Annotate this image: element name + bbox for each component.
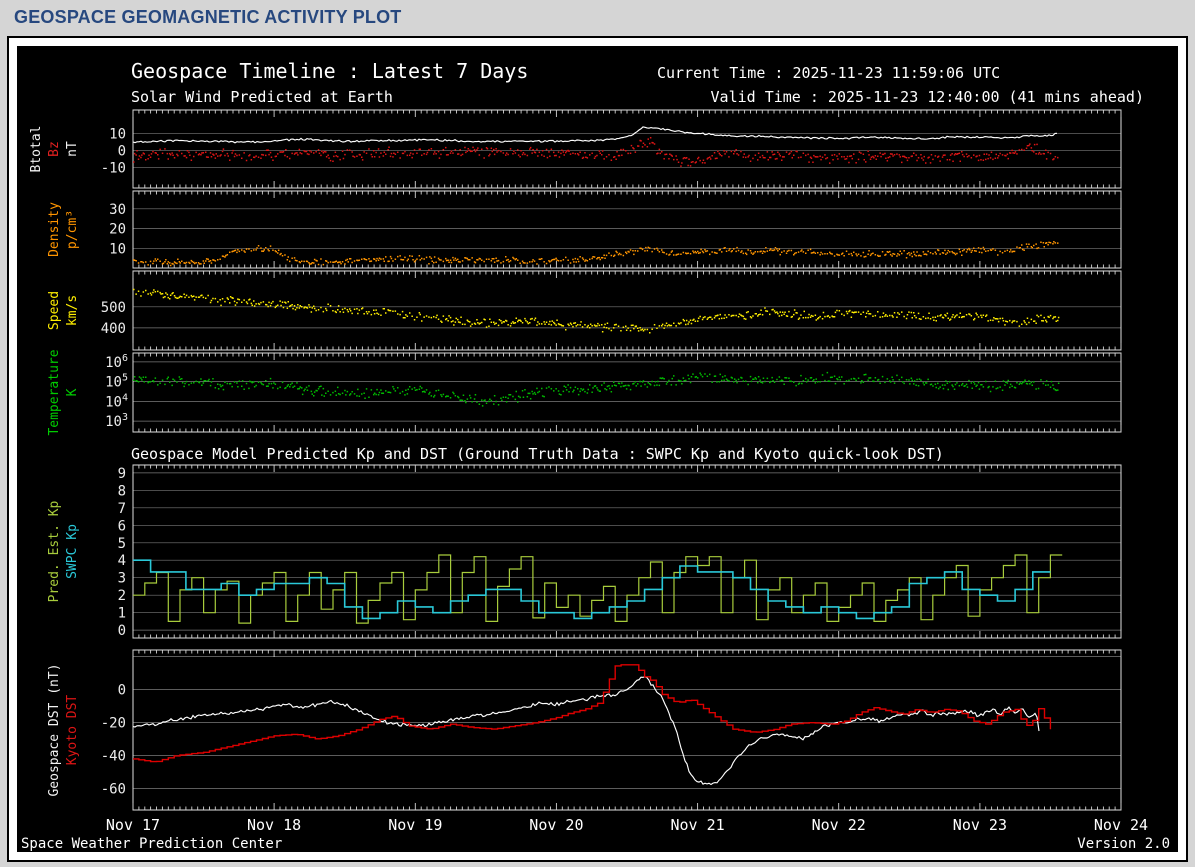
svg-text:Density: Density <box>47 202 62 257</box>
valid-time-label: Valid Time : 2025-11-23 12:40:00 (41 min… <box>710 88 1144 106</box>
svg-text:0: 0 <box>118 144 126 160</box>
svg-text:9: 9 <box>118 466 126 482</box>
svg-text:Bz: Bz <box>47 141 62 157</box>
svg-text:400: 400 <box>101 321 126 337</box>
svg-text:Nov 17: Nov 17 <box>106 816 160 834</box>
svg-text:8: 8 <box>118 483 126 499</box>
svg-text:104: 104 <box>105 392 128 410</box>
svg-text:Geospace DST (nT): Geospace DST (nT) <box>47 663 62 796</box>
svg-text:10: 10 <box>109 241 126 257</box>
plot-canvas: 10 0 -10 Btotal Bz nT 30 20 10 Density p/cm³ 500 400… <box>17 46 1178 852</box>
svg-text:Pred. Est. Kp: Pred. Est. Kp <box>47 500 62 602</box>
svg-text:-20: -20 <box>101 716 126 732</box>
plot-title: Geospace Timeline : Latest 7 Days <box>131 59 529 83</box>
svg-text:5: 5 <box>118 536 126 552</box>
plot-frame: 10 0 -10 Btotal Bz nT 30 20 10 Density p/cm³ 500 400… <box>7 36 1188 862</box>
model-subtitle: Geospace Model Predicted Kp and DST (Gro… <box>131 445 944 463</box>
svg-text:6: 6 <box>118 518 126 534</box>
svg-text:K: K <box>65 388 80 396</box>
svg-text:Nov 22: Nov 22 <box>812 816 866 834</box>
svg-text:Temperature: Temperature <box>47 349 62 435</box>
svg-text:SWPC Kp: SWPC Kp <box>65 524 80 579</box>
svg-text:7: 7 <box>118 501 126 517</box>
svg-text:103: 103 <box>105 412 128 430</box>
svg-text:-10: -10 <box>101 161 126 177</box>
page-title: GEOSPACE GEOMAGNETIC ACTIVITY PLOT <box>14 7 402 27</box>
svg-text:nT: nT <box>65 141 80 157</box>
svg-text:0: 0 <box>118 623 126 639</box>
svg-text:30: 30 <box>109 202 126 218</box>
svg-text:4: 4 <box>118 553 126 569</box>
svg-text:km/s: km/s <box>65 295 80 326</box>
svg-text:2: 2 <box>118 588 126 604</box>
svg-text:10: 10 <box>109 127 126 143</box>
svg-text:500: 500 <box>101 300 126 316</box>
svg-text:0: 0 <box>118 683 126 699</box>
svg-text:106: 106 <box>105 353 128 371</box>
svg-text:-40: -40 <box>101 749 126 765</box>
svg-text:Nov 24: Nov 24 <box>1094 816 1148 834</box>
current-time-label: Current Time : 2025-11-23 11:59:06 UTC <box>657 64 1001 82</box>
footer-version-label: Version 2.0 <box>1077 836 1170 852</box>
svg-text:20: 20 <box>109 222 126 238</box>
svg-text:-60: -60 <box>101 782 126 798</box>
svg-text:Nov 20: Nov 20 <box>529 816 583 834</box>
svg-text:Speed: Speed <box>47 291 62 330</box>
svg-text:Nov 21: Nov 21 <box>671 816 725 834</box>
svg-text:3: 3 <box>118 571 126 587</box>
svg-text:Nov 19: Nov 19 <box>388 816 442 834</box>
svg-text:1: 1 <box>118 606 126 622</box>
svg-text:Nov 23: Nov 23 <box>953 816 1007 834</box>
svg-text:p/cm³: p/cm³ <box>65 210 80 249</box>
svg-text:Kyoto DST: Kyoto DST <box>65 695 80 766</box>
solar-wind-subtitle: Solar Wind Predicted at Earth <box>131 88 393 106</box>
svg-text:Btotal: Btotal <box>29 126 44 173</box>
svg-text:Nov 18: Nov 18 <box>247 816 301 834</box>
footer-source-label: Space Weather Prediction Center <box>21 836 283 852</box>
svg-text:105: 105 <box>105 373 128 391</box>
